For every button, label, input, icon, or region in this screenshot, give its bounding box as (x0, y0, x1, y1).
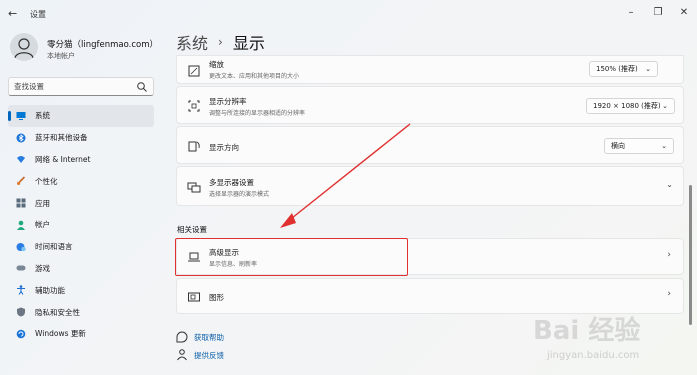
monitor-icon (16, 111, 26, 121)
feedback-icon (177, 349, 187, 361)
sidebar-item-label: 系统 (35, 111, 50, 121)
watermark: Bai 经验 jingyan.baidu.com (533, 310, 663, 368)
related-settings-heading: 相关设置 (177, 225, 207, 234)
sidebar-item-label: 时间和语言 (35, 242, 73, 252)
watermark-logo: Bai 经验 (533, 316, 641, 346)
resolution-value: 1920 × 1080 (推荐) (593, 102, 661, 110)
orientation-title: 显示方向 (209, 143, 239, 152)
graphics-icon (188, 292, 200, 302)
graphics-title: 图形 (209, 293, 224, 302)
profile-account-type: 本地帐户 (47, 52, 75, 60)
multi-display-description: 选择显示器的演示模式 (209, 191, 270, 198)
multi-monitor-icon (187, 182, 201, 193)
sidebar-item-label: 应用 (35, 198, 50, 208)
watermark-url: jingyan.baidu.com (547, 350, 640, 361)
resolution-card: 显示分辨率 调整与所连接的显示器相适的分辨率 1920 × 1080 (推荐) … (176, 86, 684, 124)
scale-title: 缩放 (209, 60, 224, 69)
wifi-icon (16, 154, 26, 164)
accessibility-icon (16, 285, 26, 296)
sidebar-item-accounts[interactable]: 帐户 (8, 214, 154, 236)
search-icon[interactable] (136, 81, 148, 93)
minimize-icon[interactable]: – (623, 5, 639, 21)
sidebar-item-label: 网络 & Internet (35, 154, 91, 164)
arrow-left-icon[interactable]: ← (8, 7, 22, 21)
sidebar-item-label: 隐私和安全性 (35, 307, 80, 317)
feedback-link[interactable]: 提供反馈 (176, 349, 224, 361)
sync-icon (16, 329, 26, 339)
title-bar: ← 设置 – ❐ ✕ (0, 0, 697, 28)
sidebar-item-network[interactable]: 网络 & Internet (8, 149, 154, 171)
orientation-dropdown[interactable]: 横向 ⌄ (604, 138, 674, 154)
scale-dropdown[interactable]: 150% (推荐) ⌄ (589, 61, 658, 77)
avatar[interactable] (10, 33, 38, 61)
person-icon (16, 220, 26, 230)
sidebar-item-apps[interactable]: 应用 (8, 192, 154, 214)
help-icon (176, 331, 188, 343)
orientation-value: 横向 (611, 142, 625, 150)
globe-clock-icon (16, 242, 26, 252)
app-title: 设置 (30, 10, 46, 19)
sidebar-item-label: 帐户 (35, 220, 50, 230)
sidebar-item-time-language[interactable]: 时间和语言 (8, 236, 154, 258)
chevron-down-icon: ⌄ (662, 102, 668, 110)
scale-value: 150% (推荐) (596, 65, 638, 73)
chevron-down-icon[interactable]: ⌄ (666, 180, 673, 189)
chevron-right-icon: › (667, 250, 671, 260)
graphics-card[interactable]: 图形 › (176, 278, 684, 314)
sidebar-item-windows-update[interactable]: Windows 更新 (8, 323, 154, 345)
page-title: 显示 (232, 34, 265, 53)
sidebar-item-label: 辅助功能 (35, 285, 65, 295)
sidebar-item-gaming[interactable]: 游戏 (8, 258, 154, 280)
shield-icon (16, 307, 26, 317)
sidebar-item-bluetooth[interactable]: 蓝牙和其他设备 (8, 127, 154, 149)
sidebar-item-personalization[interactable]: 个性化 (8, 170, 154, 192)
maximize-icon[interactable]: ❐ (650, 5, 666, 21)
brush-icon (16, 176, 26, 186)
sidebar-item-label: 蓝牙和其他设备 (35, 133, 88, 143)
chevron-down-icon: ⌄ (661, 142, 667, 150)
orientation-card: 显示方向 横向 ⌄ (176, 126, 684, 164)
breadcrumb: 系统 › 显示 (176, 30, 265, 54)
resolution-description: 调整与所连接的显示器相适的分辨率 (209, 110, 306, 117)
breadcrumb-separator: › (218, 35, 223, 49)
apps-icon (16, 198, 26, 208)
sidebar-item-accessibility[interactable]: 辅助功能 (8, 279, 154, 301)
sidebar-item-label: 个性化 (35, 176, 58, 186)
sidebar-item-label: 游戏 (35, 263, 50, 273)
search-box[interactable] (8, 77, 154, 96)
bluetooth-icon (16, 133, 26, 143)
chevron-right-icon: › (667, 289, 671, 299)
feedback-label: 提供反馈 (194, 350, 224, 360)
rotate-screen-icon (188, 141, 200, 152)
sidebar-item-system[interactable]: 系统 (8, 105, 154, 127)
resize-icon (188, 65, 200, 77)
chevron-down-icon: ⌄ (645, 65, 651, 73)
multi-display-card[interactable]: 多显示器设置 选择显示器的演示模式 ⌄ (176, 166, 684, 206)
resolution-icon (188, 100, 200, 112)
sidebar-item-privacy[interactable]: 隐私和安全性 (8, 301, 154, 323)
sidebar-item-label: Windows 更新 (35, 329, 86, 339)
get-help-label: 获取帮助 (194, 332, 224, 342)
person-icon (14, 38, 34, 59)
scale-card: 缩放 更改文本、应用和其他项目的大小 150% (推荐) ⌄ (176, 55, 684, 84)
multi-display-title: 多显示器设置 (209, 178, 254, 187)
gamepad-icon (16, 263, 26, 273)
close-icon[interactable]: ✕ (676, 5, 692, 21)
scrollbar[interactable] (689, 185, 692, 325)
resolution-dropdown[interactable]: 1920 × 1080 (推荐) ⌄ (586, 98, 675, 114)
breadcrumb-parent[interactable]: 系统 (176, 30, 208, 54)
profile-name: 零分猫（lingfenmao.com） (47, 40, 159, 50)
scale-description: 更改文本、应用和其他项目的大小 (209, 73, 300, 80)
annotation-highlight-box (175, 238, 408, 276)
search-input[interactable] (14, 80, 134, 93)
get-help-link[interactable]: 获取帮助 (176, 331, 224, 343)
resolution-title: 显示分辨率 (209, 97, 247, 106)
sidebar-nav: 系统 蓝牙和其他设备 网络 & Internet 个性化 应用 帐户 时间和语言… (8, 105, 154, 345)
